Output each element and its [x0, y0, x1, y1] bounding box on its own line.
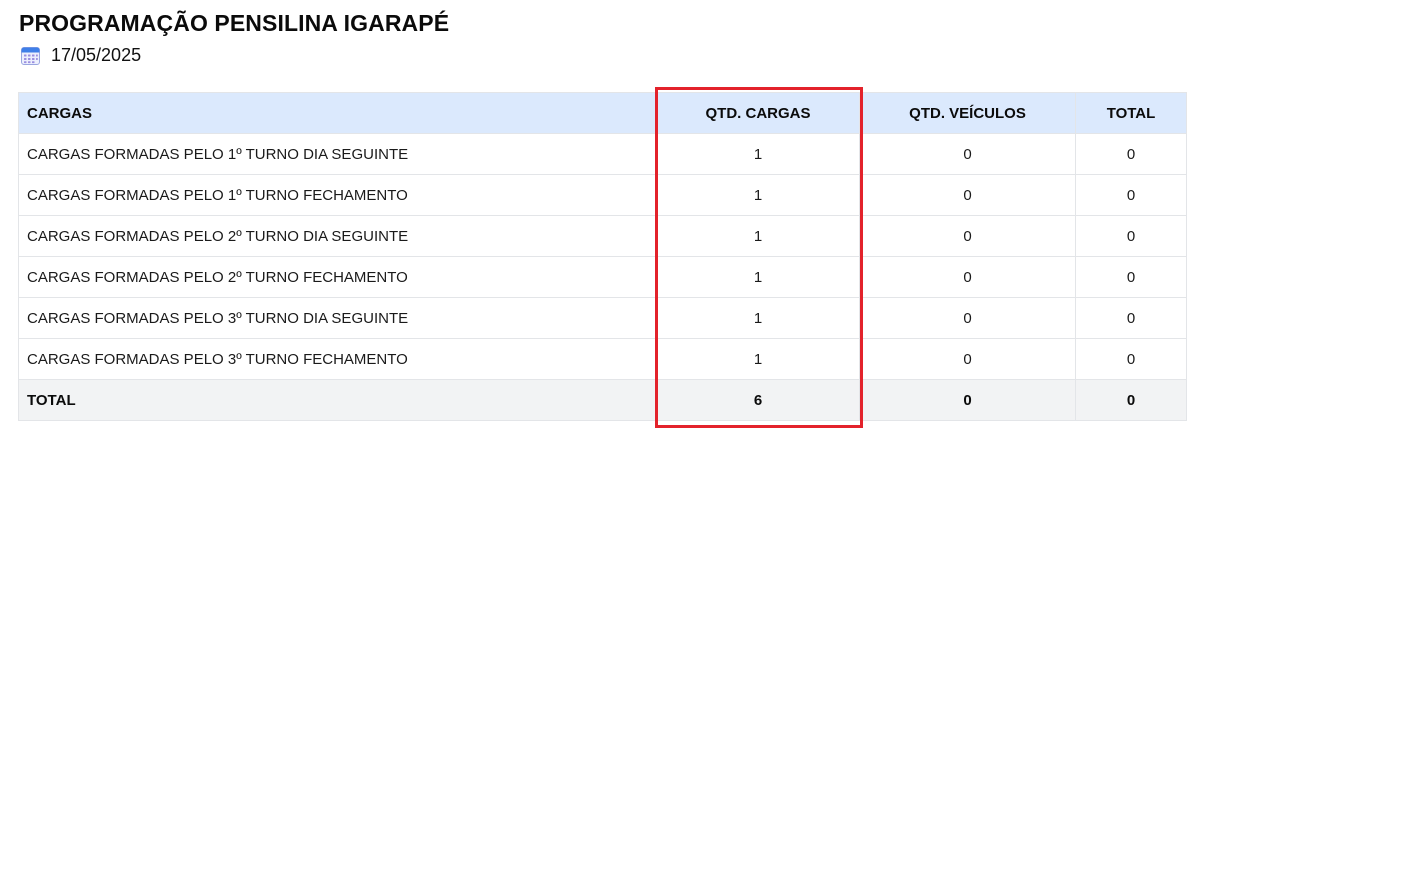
cell-qtd-veiculos: 0 [859, 256, 1076, 298]
date-row: 17/05/2025 [21, 44, 141, 66]
cell-total: 0 [1075, 297, 1187, 339]
table-row: CARGAS FORMADAS PELO 1º TURNO DIA SEGUIN… [18, 133, 1187, 175]
cell-qtd-veiculos: 0 [859, 338, 1076, 380]
cell-qtd-veiculos: 0 [859, 215, 1076, 257]
table-row: CARGAS FORMADAS PELO 1º TURNO FECHAMENTO… [18, 174, 1187, 216]
cell-description: CARGAS FORMADAS PELO 1º TURNO DIA SEGUIN… [18, 133, 657, 175]
cell-total: 0 [1075, 256, 1187, 298]
cell-total: 0 [1075, 215, 1187, 257]
table-header-row: CARGAS QTD. CARGAS QTD. VEÍCULOS TOTAL [18, 92, 1187, 134]
table-row: CARGAS FORMADAS PELO 2º TURNO FECHAMENTO… [18, 256, 1187, 298]
column-header-cargas: CARGAS [18, 92, 657, 134]
cell-total: 0 [1075, 174, 1187, 216]
table-row: CARGAS FORMADAS PELO 2º TURNO DIA SEGUIN… [18, 215, 1187, 257]
total-qtd-veiculos: 0 [859, 379, 1076, 421]
total-label: TOTAL [18, 379, 657, 421]
cell-qtd-cargas: 1 [656, 297, 860, 339]
report-date: 17/05/2025 [51, 44, 142, 65]
column-header-qtd-veiculos: QTD. VEÍCULOS [859, 92, 1076, 134]
calendar-icon [21, 46, 40, 65]
column-header-qtd-cargas: QTD. CARGAS [656, 92, 860, 134]
total-qtd-cargas: 6 [656, 379, 860, 421]
cell-qtd-cargas: 1 [656, 133, 860, 175]
page-title: PROGRAMAÇÃO PENSILINA IGARAPÉ [19, 10, 450, 36]
cargas-table: CARGAS QTD. CARGAS QTD. VEÍCULOS TOTAL C… [18, 92, 1187, 421]
cell-qtd-cargas: 1 [656, 338, 860, 380]
cell-description: CARGAS FORMADAS PELO 3º TURNO FECHAMENTO [18, 338, 657, 380]
cell-description: CARGAS FORMADAS PELO 2º TURNO DIA SEGUIN… [18, 215, 657, 257]
table-total-row: TOTAL 6 0 0 [18, 379, 1187, 421]
cell-qtd-veiculos: 0 [859, 133, 1076, 175]
cell-total: 0 [1075, 133, 1187, 175]
table-row: CARGAS FORMADAS PELO 3º TURNO FECHAMENTO… [18, 338, 1187, 380]
cell-qtd-cargas: 1 [656, 256, 860, 298]
cell-description: CARGAS FORMADAS PELO 1º TURNO FECHAMENTO [18, 174, 657, 216]
cell-qtd-cargas: 1 [656, 215, 860, 257]
cell-qtd-veiculos: 0 [859, 174, 1076, 216]
cell-description: CARGAS FORMADAS PELO 2º TURNO FECHAMENTO [18, 256, 657, 298]
cell-description: CARGAS FORMADAS PELO 3º TURNO DIA SEGUIN… [18, 297, 657, 339]
cell-total: 0 [1075, 338, 1187, 380]
total-total: 0 [1075, 379, 1187, 421]
cell-qtd-cargas: 1 [656, 174, 860, 216]
report-page: PROGRAMAÇÃO PENSILINA IGARAPÉ 17/05/2025… [0, 0, 1417, 883]
column-header-total: TOTAL [1075, 92, 1187, 134]
cell-qtd-veiculos: 0 [859, 297, 1076, 339]
table-row: CARGAS FORMADAS PELO 3º TURNO DIA SEGUIN… [18, 297, 1187, 339]
